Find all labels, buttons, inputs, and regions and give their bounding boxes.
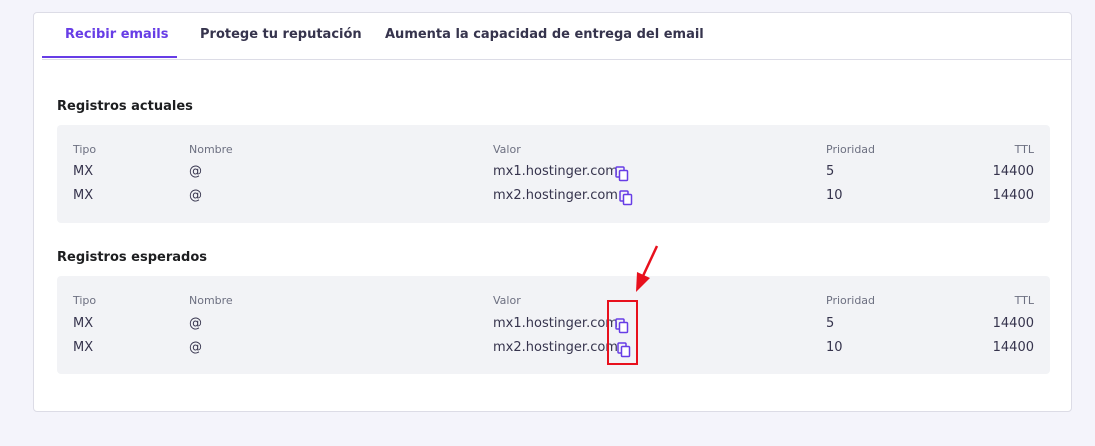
record-name: @	[189, 316, 202, 331]
record-ttl: 14400	[992, 164, 1034, 179]
record-ttl: 14400	[992, 188, 1034, 203]
record-type: MX	[73, 188, 94, 203]
record-value: mx1.hostinger.com	[493, 164, 618, 179]
record-priority: 10	[826, 340, 843, 355]
record-name: @	[189, 188, 202, 203]
header-prioridad: Prioridad	[826, 143, 876, 156]
record-name: @	[189, 164, 202, 179]
tab-capacidad-entrega[interactable]: Aumenta la capacidad de entrega del emai…	[385, 27, 704, 42]
record-value: mx2.hostinger.com	[493, 340, 618, 355]
tab-protege-reputacion[interactable]: Protege tu reputación	[200, 27, 362, 42]
record-type: MX	[73, 340, 94, 355]
record-ttl: 14400	[992, 340, 1034, 355]
dns-records-card: Recibir emails Protege tu reputación Aum…	[33, 12, 1072, 412]
header-valor: Valor	[493, 143, 521, 156]
expected-records-title: Registros esperados	[57, 250, 207, 265]
header-ttl: TTL	[1014, 294, 1034, 307]
header-nombre: Nombre	[189, 294, 233, 307]
record-type: MX	[73, 316, 94, 331]
header-ttl: TTL	[1014, 143, 1034, 156]
active-tab-indicator	[42, 56, 177, 58]
header-valor: Valor	[493, 294, 521, 307]
header-tipo: Tipo	[73, 143, 97, 156]
header-tipo: Tipo	[73, 294, 97, 307]
annotation-highlight-box	[607, 300, 638, 365]
current-records-table: Tipo Nombre Valor Prioridad TTL MX @ mx1…	[57, 125, 1050, 223]
record-priority: 5	[826, 316, 835, 331]
record-ttl: 14400	[992, 316, 1034, 331]
record-priority: 10	[826, 188, 843, 203]
tab-bar: Recibir emails Protege tu reputación Aum…	[42, 13, 1071, 60]
record-value: mx1.hostinger.com	[493, 316, 618, 331]
copy-icon[interactable]	[619, 190, 633, 206]
record-value: mx2.hostinger.com	[493, 188, 618, 203]
copy-icon[interactable]	[615, 166, 629, 182]
header-prioridad: Prioridad	[826, 294, 876, 307]
expected-records-table: Tipo Nombre Valor Prioridad TTL MX @ mx1…	[57, 276, 1050, 374]
record-priority: 5	[826, 164, 835, 179]
header-nombre: Nombre	[189, 143, 233, 156]
record-type: MX	[73, 164, 94, 179]
current-records-title: Registros actuales	[57, 99, 193, 114]
record-name: @	[189, 340, 202, 355]
tab-recibir-emails[interactable]: Recibir emails	[65, 27, 168, 42]
